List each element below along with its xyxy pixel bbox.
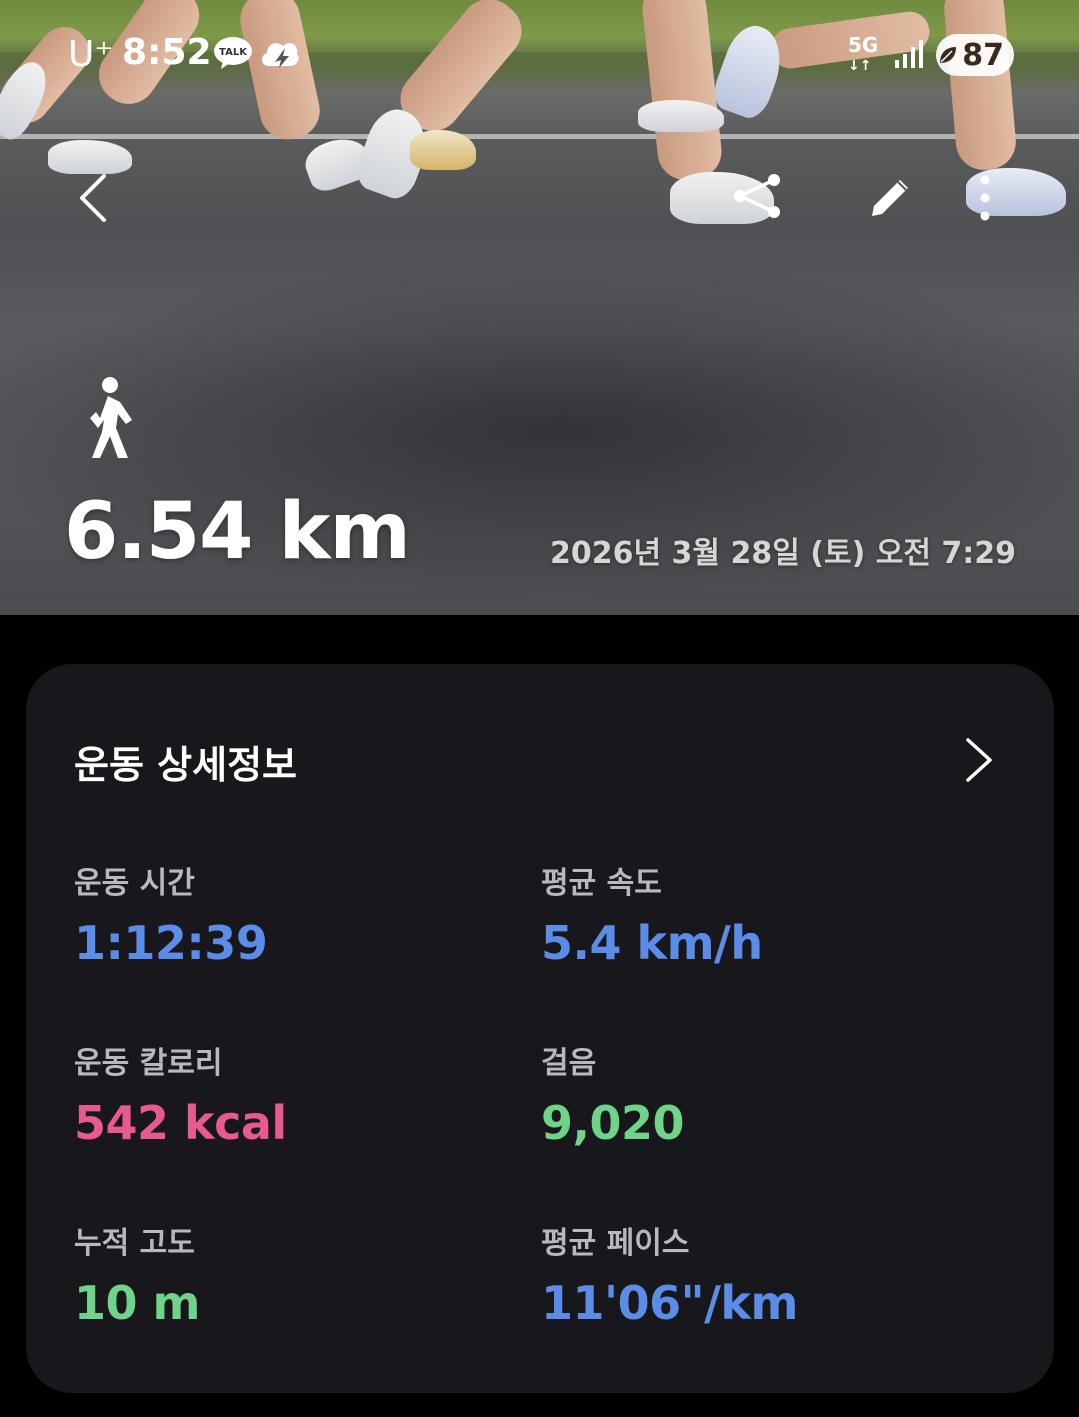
leaf-icon (940, 47, 957, 63)
metric-value: 542 kcal (74, 1096, 287, 1150)
metric-value: 1:12:39 (74, 916, 268, 970)
more-options-icon[interactable] (975, 172, 995, 224)
network-5g-icon: 5G ↓↑ (848, 33, 879, 74)
status-bar: U⁺ 8:52 TALK 5G ↓↑ 87 (0, 0, 1079, 110)
metric-avg-speed: 평균 속도 5.4 km/h (541, 858, 763, 970)
chevron-right-icon[interactable] (960, 734, 996, 786)
workout-datetime: 2026년 3월 28일 (토) 오전 7:29 (550, 536, 1016, 571)
metric-value: 9,020 (541, 1096, 685, 1150)
road-line (0, 134, 1079, 139)
metric-elevation-gain: 누적 고도 10 m (74, 1218, 200, 1330)
metric-label: 운동 칼로리 (74, 1046, 223, 1081)
metric-value: 10 m (74, 1276, 200, 1330)
metric-value: 11'06"/km (541, 1276, 798, 1330)
sync-cloud-icon (261, 43, 299, 68)
share-icon[interactable] (730, 172, 784, 220)
metric-label: 누적 고도 (74, 1226, 195, 1261)
metric-steps: 걸음 9,020 (541, 1038, 685, 1150)
metric-avg-pace: 평균 페이스 11'06"/km (541, 1218, 798, 1330)
signal-icon (895, 40, 923, 68)
carrier-label: U⁺ (68, 34, 114, 75)
workout-details-card[interactable]: 운동 상세정보 운동 시간 1:12:39 평균 속도 5.4 km/h 운동 … (26, 664, 1054, 1393)
status-time: 8:52 (122, 32, 212, 73)
walking-icon (90, 377, 132, 458)
details-title: 운동 상세정보 (74, 743, 297, 787)
workout-distance: 6.54 km (64, 487, 411, 577)
metric-calories: 운동 칼로리 542 kcal (74, 1038, 287, 1150)
metric-label: 운동 시간 (74, 866, 195, 901)
back-icon[interactable] (74, 170, 114, 226)
talk-label: TALK (219, 47, 248, 58)
metric-value: 5.4 km/h (541, 916, 763, 970)
metric-workout-time: 운동 시간 1:12:39 (74, 858, 268, 970)
kakaotalk-icon: TALK (214, 37, 252, 69)
edit-pencil-icon[interactable] (864, 172, 916, 220)
battery-level: 87 (962, 37, 1004, 73)
battery-indicator: 87 (936, 34, 1014, 76)
network-label: 5G (848, 33, 879, 57)
runner-shoe (48, 140, 132, 174)
metric-label: 평균 페이스 (541, 1226, 690, 1261)
metric-label: 걸음 (541, 1046, 597, 1081)
runner-shoe (410, 130, 476, 170)
metric-label: 평균 속도 (541, 866, 662, 901)
